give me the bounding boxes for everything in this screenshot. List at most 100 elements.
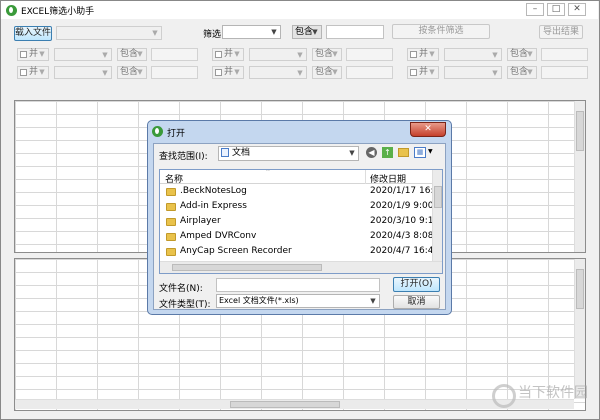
filter-column-select[interactable]: ▼	[222, 25, 281, 39]
cancel-button[interactable]: 取消	[393, 295, 440, 309]
chevron-down-icon: ▼	[152, 29, 158, 37]
and-checkbox[interactable]	[215, 69, 222, 76]
folder-icon	[166, 203, 176, 211]
file-row[interactable]: .BeckNotesLog 2020/1/17 16:44	[160, 185, 432, 199]
condition-column-select-3[interactable]: ▼	[54, 66, 112, 79]
file-list-hscroll[interactable]	[160, 261, 442, 273]
dialog-title: 打开	[167, 129, 186, 139]
app-icon	[6, 5, 17, 16]
restore-button[interactable]: □	[547, 3, 565, 16]
and-checkbox[interactable]	[20, 51, 27, 58]
condition-value-input-3[interactable]	[151, 66, 198, 79]
condition-value-input-5[interactable]	[541, 66, 588, 79]
open-button[interactable]: 打开(O)	[393, 277, 440, 292]
file-list[interactable]: 名称 ⌃ 修改日期 .BeckNotesLog 2020/1/17 16:44 Ad…	[159, 169, 443, 274]
folder-icon	[166, 218, 176, 226]
and-select-5[interactable]: 并 ▼	[407, 66, 439, 79]
and-select-3[interactable]: 并 ▼	[17, 66, 49, 79]
condition-value-input-2[interactable]	[541, 48, 588, 61]
export-results-button[interactable]: 导出结果	[539, 25, 583, 39]
file-row[interactable]: Amped DVRConv 2020/4/3 8:08	[160, 230, 432, 244]
look-in-select[interactable]: 文档 ▼	[218, 146, 359, 161]
result-grid-vscroll[interactable]	[574, 259, 585, 399]
source-grid-vscroll[interactable]	[574, 101, 585, 252]
file-row[interactable]: Airplayer 2020/3/10 9:15	[160, 215, 432, 229]
chevron-down-icon: ▼	[137, 68, 143, 76]
condition-value-input-4[interactable]	[346, 66, 393, 79]
condition-operator-select-4[interactable]: 包含 ▼	[312, 66, 342, 79]
condition-operator-select-2[interactable]: 包含 ▼	[507, 48, 537, 61]
chevron-down-icon: ▼	[370, 297, 376, 305]
and-checkbox[interactable]	[20, 69, 27, 76]
condition-column-select-1[interactable]: ▼	[249, 48, 307, 61]
condition-column-select-0[interactable]: ▼	[54, 48, 112, 61]
file-name: .BeckNotesLog	[180, 186, 247, 196]
filename-input[interactable]	[216, 278, 380, 292]
minimize-button[interactable]: –	[526, 3, 544, 16]
file-modified: 2020/1/17 16:44	[370, 186, 432, 196]
documents-icon	[221, 148, 229, 157]
filter-operator-select[interactable]: 包含 ▼	[292, 25, 322, 39]
column-divider	[365, 170, 366, 184]
chevron-down-icon: ▼	[271, 28, 277, 36]
condition-operator-select-1[interactable]: 包含 ▼	[312, 48, 342, 61]
condition-operator-select-0[interactable]: 包含 ▼	[117, 48, 147, 61]
condition-value-input-0[interactable]	[151, 48, 198, 61]
and-select-0[interactable]: 并 ▼	[17, 48, 49, 61]
chevron-down-icon: ▼	[429, 68, 435, 76]
scroll-thumb[interactable]	[230, 401, 340, 408]
condition-operator-select-5[interactable]: 包含 ▼	[507, 66, 537, 79]
file-modified: 2020/4/3 8:08	[370, 231, 432, 241]
chevron-down-icon: ▼	[297, 51, 303, 59]
chevron-down-icon: ▼	[492, 51, 498, 59]
filter-label: 筛选	[203, 30, 222, 40]
chevron-down-icon: ▼	[429, 50, 435, 58]
app-title: EXCEL筛选小助手	[21, 7, 95, 17]
filter-by-condition-button[interactable]: 按条件筛选	[392, 24, 490, 39]
chevron-down-icon: ▼	[102, 51, 108, 59]
filetype-select[interactable]: Excel 文档文件(*.xls) ▼	[216, 294, 380, 308]
file-row[interactable]: Add-in Express 2020/1/9 9:00	[160, 200, 432, 214]
chevron-down-icon: ▼	[39, 50, 45, 58]
chevron-down-icon: ▼	[312, 28, 318, 36]
file-name: Amped DVRConv	[180, 231, 257, 241]
and-checkbox[interactable]	[410, 51, 417, 58]
and-select-2[interactable]: 并 ▼	[407, 48, 439, 61]
condition-operator-select-3[interactable]: 包含 ▼	[117, 66, 147, 79]
new-folder-icon[interactable]	[398, 148, 409, 157]
condition-column-select-5[interactable]: ▼	[444, 66, 502, 79]
dialog-close-button[interactable]: ✕	[410, 122, 446, 137]
back-icon[interactable]: ◀	[366, 147, 377, 158]
scroll-thumb[interactable]	[576, 111, 584, 151]
column-modified[interactable]: 修改日期	[370, 172, 406, 185]
scroll-thumb[interactable]	[434, 186, 442, 208]
view-menu-icon[interactable]: ▦	[414, 147, 426, 158]
scroll-thumb[interactable]	[172, 264, 322, 271]
chevron-down-icon: ▼	[349, 149, 355, 157]
filter-value-input[interactable]	[326, 25, 384, 39]
sheet-select[interactable]: ▼	[56, 26, 162, 40]
chevron-down-icon: ▼	[527, 50, 533, 58]
scroll-thumb[interactable]	[576, 269, 584, 309]
result-grid-hscroll[interactable]	[15, 399, 574, 409]
file-name: Add-in Express	[180, 201, 247, 211]
load-file-button[interactable]: 载入文件	[14, 26, 52, 41]
condition-column-select-4[interactable]: ▼	[249, 66, 307, 79]
chevron-down-icon: ▼	[527, 68, 533, 76]
condition-column-select-2[interactable]: ▼	[444, 48, 502, 61]
file-modified: 2020/3/10 9:15	[370, 216, 432, 226]
file-list-vscroll[interactable]	[432, 170, 442, 261]
and-checkbox[interactable]	[215, 51, 222, 58]
close-button[interactable]: ✕	[568, 3, 586, 16]
file-modified: 2020/1/9 9:00	[370, 201, 432, 211]
folder-icon	[166, 248, 176, 256]
dialog-icon	[152, 126, 163, 137]
and-select-1[interactable]: 并 ▼	[212, 48, 244, 61]
chevron-down-icon[interactable]: ▼	[428, 148, 433, 155]
and-checkbox[interactable]	[410, 69, 417, 76]
column-name[interactable]: 名称	[165, 172, 183, 185]
and-select-4[interactable]: 并 ▼	[212, 66, 244, 79]
file-row[interactable]: AnyCap Screen Recorder 2020/4/7 16:49	[160, 245, 432, 259]
condition-value-input-1[interactable]	[346, 48, 393, 61]
up-folder-icon[interactable]: ↑	[382, 147, 393, 158]
